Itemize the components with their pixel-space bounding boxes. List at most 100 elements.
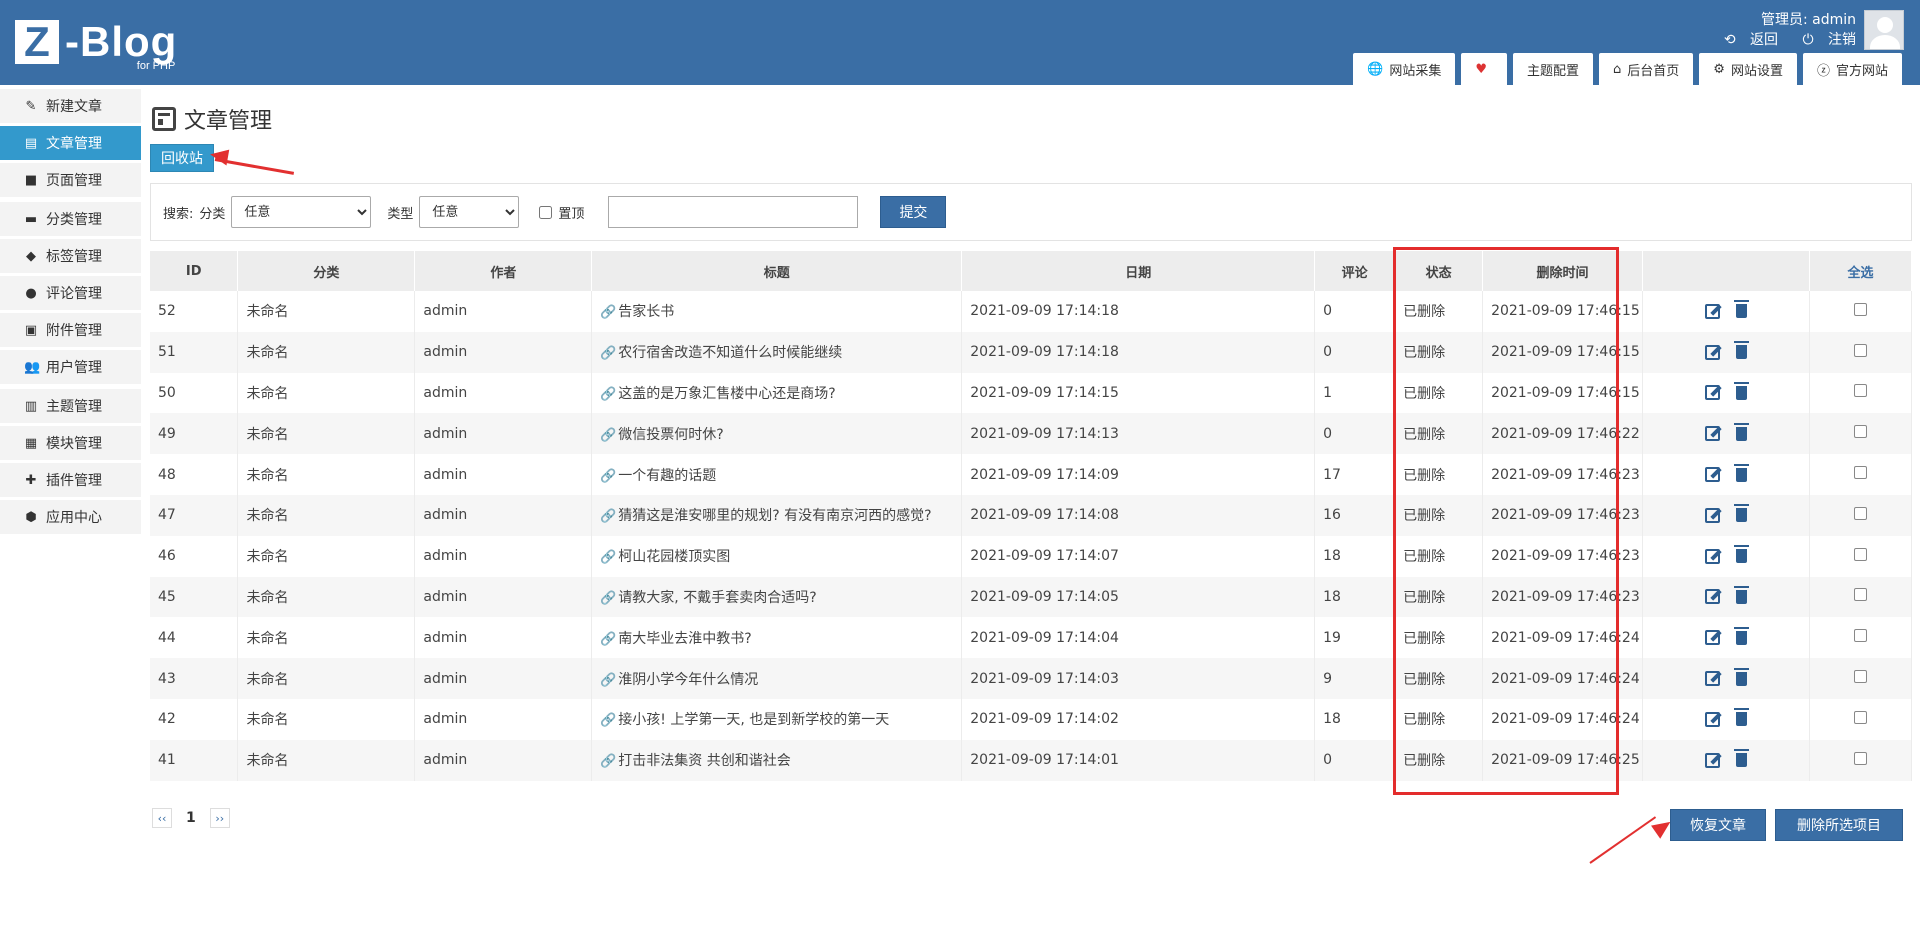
sidebar-item-theme-manage[interactable]: ▥ 主题管理	[0, 389, 141, 423]
edit-icon[interactable]	[1705, 344, 1720, 360]
cell-title[interactable]: 🔗 柯山花园楼顶实图	[591, 535, 963, 577]
topmenu-settings[interactable]: ⚙ 网站设置	[1699, 53, 1797, 85]
select-all-link[interactable]: 全选	[1809, 251, 1913, 291]
article-title-link[interactable]: 请教大家, 不戴手套卖肉合适吗?	[618, 590, 816, 606]
article-title-link[interactable]: 微信投票何时休?	[618, 427, 723, 443]
trash-icon[interactable]	[1734, 504, 1749, 523]
submit-button[interactable]: 提交	[880, 196, 947, 228]
row-checkbox[interactable]	[1853, 710, 1867, 724]
top-checkbox[interactable]	[539, 205, 553, 219]
edit-icon[interactable]	[1705, 426, 1720, 442]
sidebar-item-user-manage[interactable]: 👥 用户管理	[0, 350, 141, 384]
row-checkbox[interactable]	[1853, 506, 1867, 520]
row-checkbox[interactable]	[1853, 466, 1867, 480]
row-checkbox[interactable]	[1853, 425, 1867, 439]
row-checkbox[interactable]	[1853, 343, 1867, 357]
article-title-link[interactable]: 淮阴小学今年什么情况	[618, 672, 758, 688]
edit-icon[interactable]	[1705, 385, 1720, 401]
row-checkbox[interactable]	[1853, 547, 1867, 561]
category-select[interactable]: 任意	[231, 196, 372, 228]
trash-icon[interactable]	[1734, 667, 1749, 686]
trash-icon[interactable]	[1734, 422, 1749, 441]
article-title-link[interactable]: 猜猜这是淮安哪里的规划? 有没有南京河西的感觉?	[618, 508, 931, 524]
cell-title[interactable]: 🔗 猜猜这是淮安哪里的规划? 有没有南京河西的感觉?	[591, 494, 963, 536]
article-title-link[interactable]: 打击非法集资 共创和谐社会	[618, 753, 790, 769]
delete-selected-button[interactable]: 删除所选项目	[1775, 809, 1903, 841]
sidebar-item-category-manage[interactable]: ▬ 分类管理	[0, 202, 141, 236]
cell-title[interactable]: 🔗 请教大家, 不戴手套卖肉合适吗?	[591, 576, 963, 618]
restore-article-button[interactable]: 恢复文章	[1670, 809, 1766, 841]
trash-icon[interactable]	[1734, 463, 1749, 482]
sidebar-item-attachment-manage[interactable]: ▣ 附件管理	[0, 313, 141, 347]
col-author[interactable]: 作者	[414, 251, 593, 291]
article-title-link[interactable]: 南大毕业去淮中教书?	[618, 631, 751, 647]
trash-icon[interactable]	[1734, 545, 1749, 564]
article-title-link[interactable]: 告家长书	[618, 304, 674, 320]
type-select[interactable]: 任意	[419, 196, 520, 228]
sidebar-item-plugin-manage[interactable]: ✚ 插件管理	[0, 463, 141, 497]
trash-icon[interactable]	[1734, 300, 1749, 319]
article-title-link[interactable]: 一个有趣的话题	[618, 468, 716, 484]
cell-title[interactable]: 🔗 告家长书	[591, 291, 963, 332]
col-comments[interactable]: 评论	[1314, 251, 1396, 291]
row-checkbox[interactable]	[1853, 670, 1867, 684]
sidebar-item-new-article[interactable]: ✎ 新建文章	[0, 89, 141, 123]
sidebar-item-page-manage[interactable]: ■ 页面管理	[0, 163, 141, 197]
cell-title[interactable]: 🔗 微信投票何时休?	[591, 413, 963, 455]
edit-icon[interactable]	[1705, 589, 1720, 605]
sidebar-item-tag-manage[interactable]: ◆ 标签管理	[0, 239, 141, 273]
cell-title[interactable]: 🔗 一个有趣的话题	[591, 454, 963, 495]
sidebar-item-module-manage[interactable]: ▦ 模块管理	[0, 426, 141, 460]
cell-title[interactable]: 🔗 淮阴小学今年什么情况	[591, 658, 963, 699]
row-checkbox[interactable]	[1853, 302, 1867, 316]
pager-current[interactable]: 1	[186, 810, 196, 826]
edit-icon[interactable]	[1705, 507, 1720, 523]
sidebar-item-article-manage[interactable]: ▤ 文章管理	[0, 126, 141, 160]
logout-link[interactable]: ⏻ 注销	[1792, 32, 1856, 48]
back-link[interactable]: ⟲ 返回	[1714, 32, 1778, 48]
article-title-link[interactable]: 这盖的是万象汇售楼中心还是商场?	[618, 386, 835, 402]
row-checkbox[interactable]	[1853, 751, 1867, 765]
trash-icon[interactable]	[1734, 749, 1749, 768]
recycle-bin-button[interactable]: 回收站	[150, 144, 214, 172]
col-date[interactable]: 日期	[961, 251, 1316, 291]
topmenu-collect[interactable]: 🌐 网站采集	[1353, 53, 1456, 85]
article-title-link[interactable]: 农行宿舍改造不知道什么时候能继续	[618, 345, 842, 361]
col-title[interactable]: 标题	[591, 251, 963, 291]
topmenu-theme-config[interactable]: 主题配置	[1513, 53, 1594, 85]
edit-icon[interactable]	[1705, 467, 1720, 483]
cell-title[interactable]: 🔗 农行宿舍改造不知道什么时候能继续	[591, 331, 963, 373]
row-checkbox[interactable]	[1853, 629, 1867, 643]
sidebar-item-comment-manage[interactable]: ● 评论管理	[0, 276, 141, 310]
article-title-link[interactable]: 接小孩! 上学第一天, 也是到新学校的第一天	[618, 712, 889, 728]
edit-icon[interactable]	[1705, 671, 1720, 687]
col-category[interactable]: 分类	[237, 251, 416, 291]
cell-title[interactable]: 🔗 接小孩! 上学第一天, 也是到新学校的第一天	[591, 698, 963, 740]
pager-next[interactable]: ››	[209, 808, 230, 828]
row-checkbox[interactable]	[1853, 384, 1867, 398]
edit-icon[interactable]	[1705, 752, 1720, 768]
row-checkbox[interactable]	[1853, 588, 1867, 602]
cell-title[interactable]: 🔗 打击非法集资 共创和谐社会	[591, 739, 963, 781]
sidebar-item-app-center[interactable]: ⬢ 应用中心	[0, 500, 141, 534]
edit-icon[interactable]	[1705, 548, 1720, 564]
logo[interactable]: Z -Blog for PHP	[15, 20, 177, 72]
cell-title[interactable]: 🔗 南大毕业去淮中教书?	[591, 617, 963, 659]
avatar[interactable]	[1864, 10, 1904, 50]
edit-icon[interactable]	[1705, 711, 1720, 727]
edit-icon[interactable]	[1705, 630, 1720, 646]
trash-icon[interactable]	[1734, 708, 1749, 727]
trash-icon[interactable]	[1734, 585, 1749, 604]
topmenu-dashboard[interactable]: ⌂ 后台首页	[1599, 53, 1694, 85]
topmenu-official-site[interactable]: ⓩ 官方网站	[1802, 53, 1902, 85]
trash-icon[interactable]	[1734, 626, 1749, 645]
article-title-link[interactable]: 柯山花园楼顶实图	[618, 549, 730, 565]
col-id[interactable]: ID	[150, 251, 239, 291]
edit-icon[interactable]	[1705, 303, 1720, 319]
cell-title[interactable]: 🔗 这盖的是万象汇售楼中心还是商场?	[591, 372, 963, 414]
trash-icon[interactable]	[1734, 341, 1749, 360]
trash-icon[interactable]	[1734, 381, 1749, 400]
search-input[interactable]	[608, 196, 859, 228]
topmenu-palette[interactable]: ♥	[1461, 53, 1507, 85]
pager-prev[interactable]: ‹‹	[152, 808, 172, 828]
